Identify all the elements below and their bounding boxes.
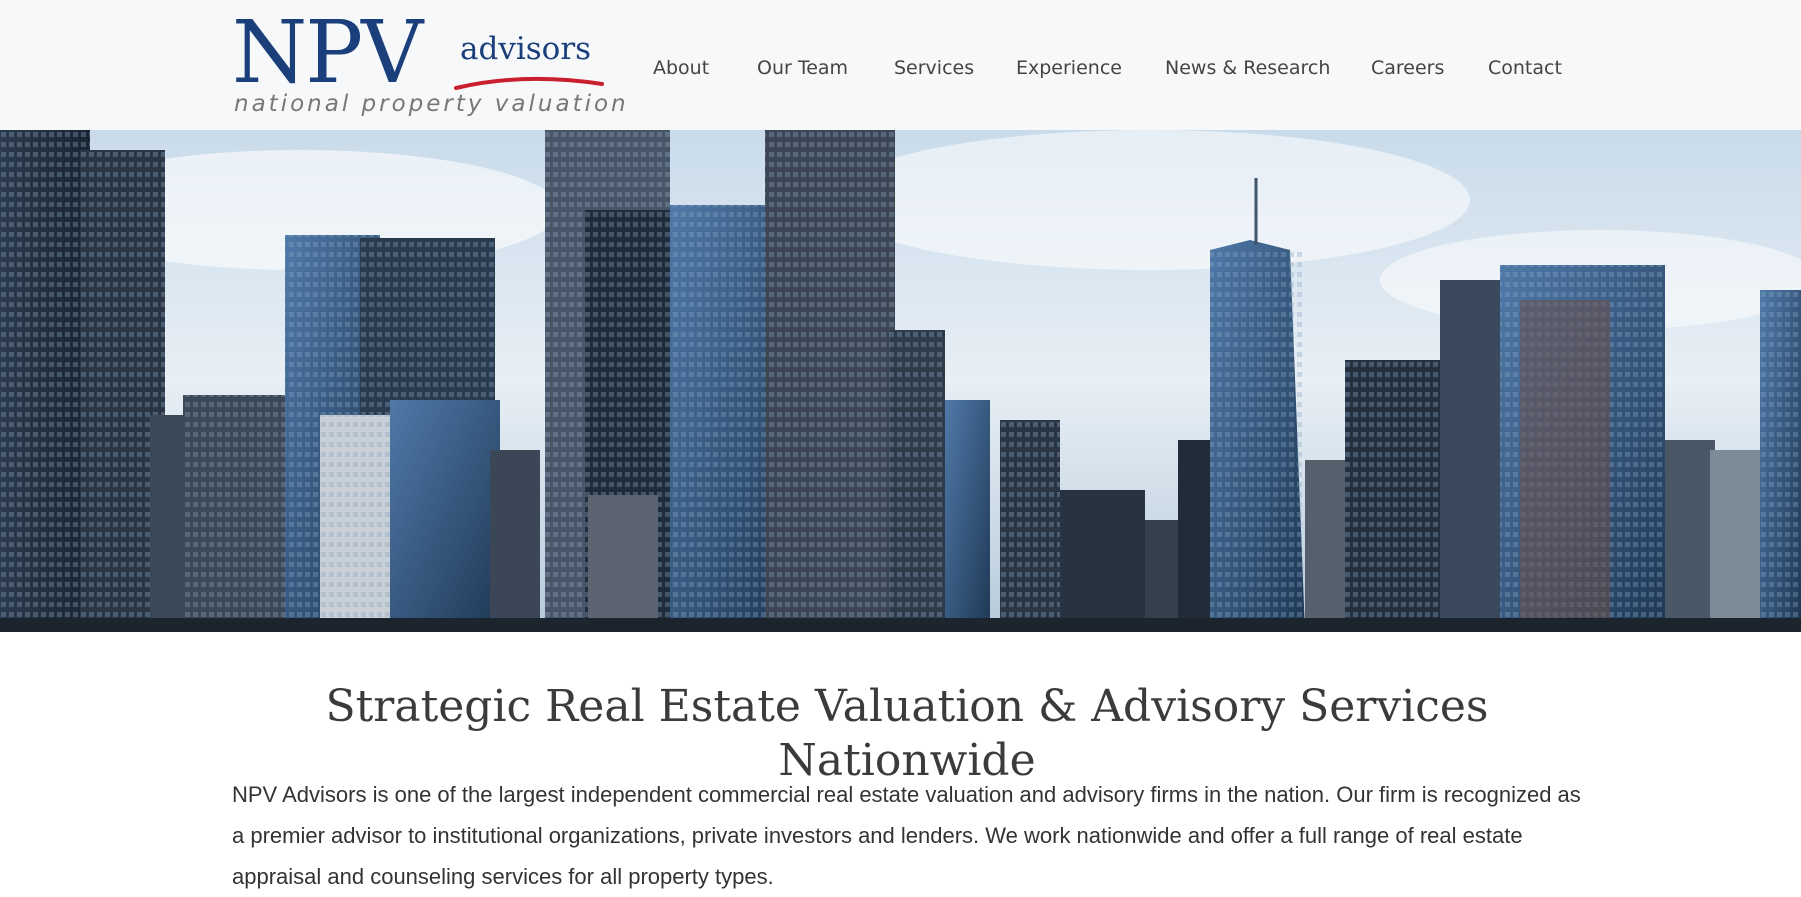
nav-contact[interactable]: Contact <box>1488 55 1562 81</box>
logo-tagline: national property valuation <box>234 91 629 117</box>
nav-our-team[interactable]: Our Team <box>757 55 848 81</box>
hero-skyline-image <box>0 130 1801 632</box>
site-header: NPV advisors national property valuation… <box>0 0 1801 130</box>
intro-paragraph: NPV Advisors is one of the largest indep… <box>232 782 1581 889</box>
nav-careers[interactable]: Careers <box>1371 55 1444 81</box>
page-headline: Strategic Real Estate Valuation & Adviso… <box>325 681 1489 786</box>
nav-about[interactable]: About <box>653 55 709 81</box>
nav-news-research[interactable]: News & Research <box>1165 55 1330 81</box>
logo-swoosh-icon <box>454 76 604 90</box>
nav-services[interactable]: Services <box>894 55 974 81</box>
npv-advisors-logo[interactable]: NPV advisors national property valuation <box>232 3 626 122</box>
skyline-illustration <box>0 130 1801 632</box>
logo-wordmark: NPV <box>232 3 423 103</box>
nav-experience[interactable]: Experience <box>1016 55 1122 81</box>
logo-subword: advisors <box>460 31 592 67</box>
